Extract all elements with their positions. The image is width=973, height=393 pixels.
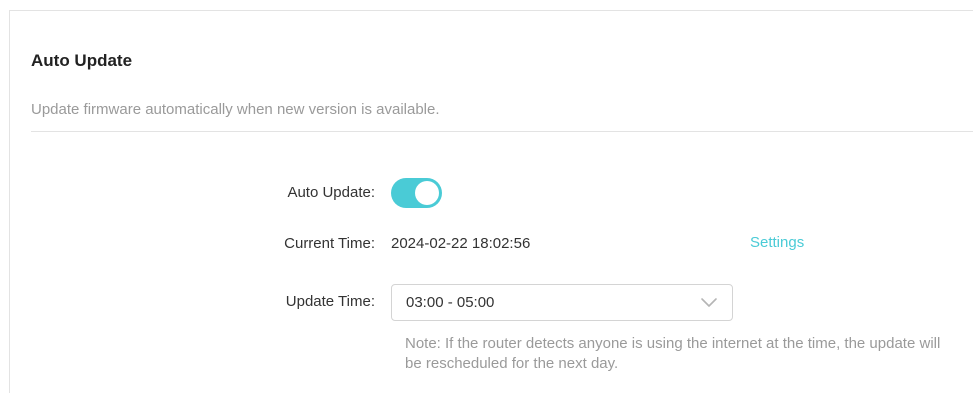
settings-link[interactable]: Settings <box>750 233 804 253</box>
update-time-label: Update Time: <box>285 293 375 310</box>
auto-update-label: Auto Update: <box>287 184 375 201</box>
panel-border-left <box>9 10 10 393</box>
current-time-value: 2024-02-22 18:02:56 <box>391 235 531 252</box>
update-time-selected-value: 03:00 - 05:00 <box>406 294 495 311</box>
toggle-knob <box>415 181 439 205</box>
auto-update-panel: Auto Update Update firmware automaticall… <box>0 0 973 393</box>
current-time-label: Current Time: <box>284 235 375 252</box>
section-description: Update firmware automatically when new v… <box>31 101 440 118</box>
chevron-down-icon <box>701 298 717 307</box>
update-time-select[interactable]: 03:00 - 05:00 <box>391 284 733 321</box>
panel-border-top <box>9 10 973 11</box>
auto-update-toggle[interactable] <box>391 178 442 208</box>
section-divider <box>31 131 973 132</box>
section-title: Auto Update <box>31 51 133 70</box>
update-note: Note: If the router detects anyone is us… <box>405 335 941 372</box>
